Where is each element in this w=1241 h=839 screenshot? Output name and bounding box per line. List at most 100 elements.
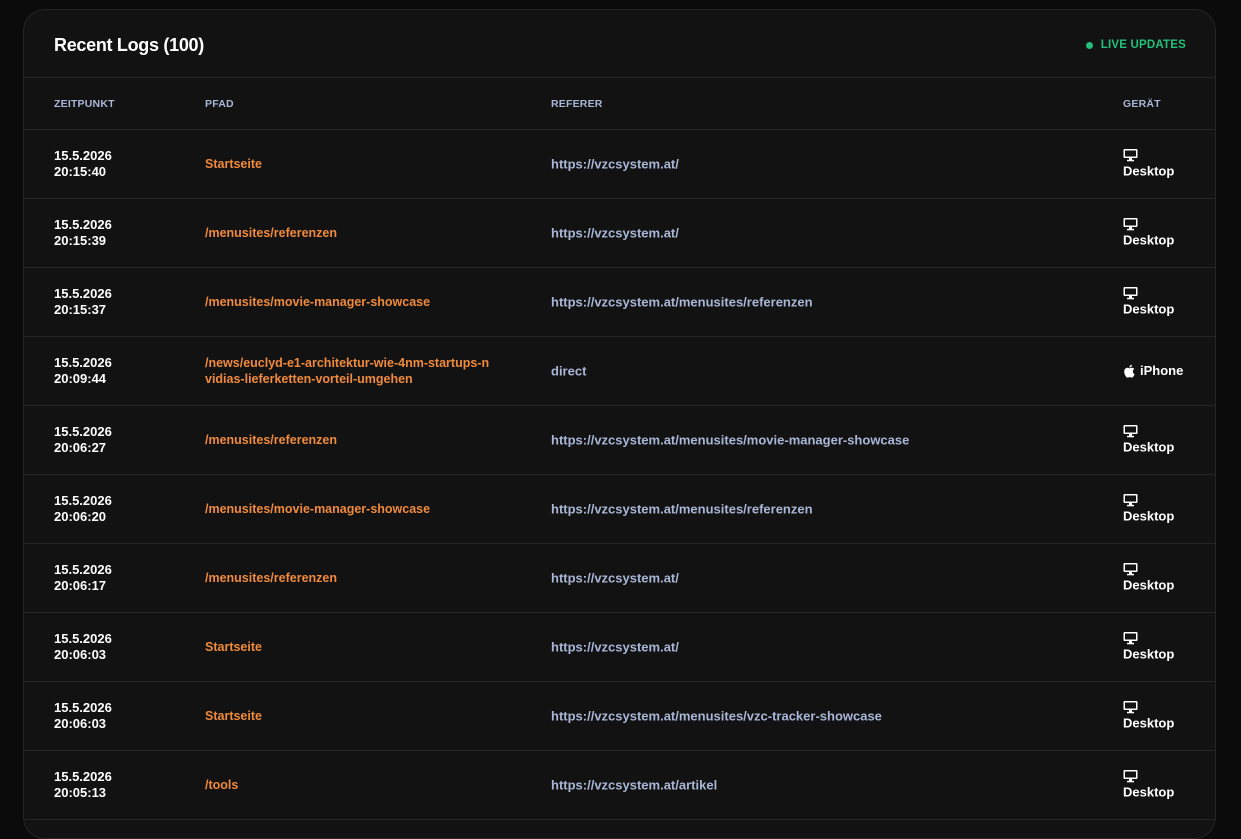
device-label: Desktop: [1123, 715, 1175, 731]
live-status-dot-icon: [1085, 41, 1093, 49]
referer-cell: https://vzcsystem.at/menusites/vzc-track…: [551, 708, 882, 724]
desktop-icon: [1123, 218, 1174, 233]
log-date: 15.5.2026: [54, 562, 112, 577]
device-cell: Desktop: [1123, 632, 1174, 663]
path-cell: Startseite: [205, 157, 262, 171]
referer-cell: https://vzcsystem.at/menusites/referenze…: [551, 501, 813, 517]
log-date: 15.5.2026: [54, 424, 112, 439]
panel-title: Recent Logs (100): [54, 35, 204, 55]
table-row[interactable]: 15.5.2026 20:06:03 Startseite https://vzcsy…: [24, 613, 1215, 682]
device-cell: Desktop: [1123, 218, 1174, 249]
path-cell: /menusites/movie-manager-showcase: [205, 502, 431, 516]
timestamp-cell: 15.5.2026 20:06:03: [54, 631, 112, 663]
timestamp-cell: 15.5.2026 20:06:17: [54, 562, 112, 594]
panel-header: Recent Logs (100) LIVE UPDATES: [24, 10, 1215, 78]
log-time: 20:09:44: [54, 371, 107, 386]
log-time: 20:06:03: [54, 647, 107, 662]
table-row[interactable]: 15.5.2026 20:06:27/menusites/referenzen ht…: [24, 406, 1215, 475]
device-cell: Desktop: [1123, 149, 1174, 180]
log-time: 20:06:17: [54, 578, 107, 593]
referer-cell: https://vzcsystem.at/: [551, 639, 679, 655]
device-label: Desktop: [1123, 646, 1175, 662]
live-updates-indicator: LIVE UPDATES: [1085, 39, 1186, 51]
table-row[interactable]: 15.5.2026 20:09:44/news/euclyd-e1-archite…: [24, 337, 1215, 406]
desktop-icon: [1123, 494, 1174, 509]
desktop-icon: [1123, 287, 1174, 302]
path-cell: Startseite: [205, 709, 262, 723]
referer-cell: https://vzcsystem.at/: [551, 156, 679, 172]
device-cell: Desktop: [1123, 425, 1174, 456]
column-header-time: ZEITPUNKT: [54, 98, 115, 110]
path-cell: /tools: [205, 778, 239, 792]
log-table-body: 15.5.2026 20:15:40 Startseite https://vzcsy…: [24, 130, 1215, 820]
desktop-icon: [1123, 563, 1174, 578]
referer-cell: https://vzcsystem.at/: [551, 225, 679, 241]
table-row[interactable]: 15.5.2026 20:05:13/tools https://vzcsystem…: [24, 751, 1215, 820]
timestamp-cell: 15.5.2026 20:05:13: [54, 769, 112, 801]
timestamp-cell: 15.5.2026 20:15:37: [54, 286, 112, 318]
path-cell: /menusites/referenzen: [205, 571, 337, 585]
path-cell: /menusites/referenzen: [205, 226, 337, 240]
device-label: Desktop: [1123, 577, 1175, 593]
device-cell: Desktop: [1123, 770, 1174, 801]
desktop-icon: [1123, 149, 1174, 164]
timestamp-cell: 15.5.2026 20:06:27: [54, 424, 112, 456]
timestamp-cell: 15.5.2026 20:15:39: [54, 217, 112, 249]
table-row[interactable]: 15.5.2026 20:15:37/menusites/movie-manage…: [24, 268, 1215, 337]
log-time: 20:06:20: [54, 509, 107, 524]
log-date: 15.5.2026: [54, 700, 112, 715]
log-date: 15.5.2026: [54, 148, 112, 163]
desktop-icon: [1123, 425, 1174, 440]
device-label: Desktop: [1123, 784, 1175, 800]
referer-cell: https://vzcsystem.at/menusites/movie-man…: [551, 432, 910, 448]
timestamp-cell: 15.5.2026 20:15:40: [54, 148, 112, 180]
log-date: 15.5.2026: [54, 355, 112, 370]
column-header-path: PFAD: [205, 98, 234, 110]
log-date: 15.5.2026: [54, 769, 112, 784]
device-cell: Desktop: [1123, 494, 1174, 525]
device-label: Desktop: [1123, 163, 1175, 179]
live-updates-label: LIVE UPDATES: [1100, 39, 1186, 51]
referer-cell: https://vzcsystem.at/menusites/referenze…: [551, 294, 813, 310]
column-header-device: GERÄT: [1123, 98, 1161, 110]
timestamp-cell: 15.5.2026 20:06:03: [54, 700, 112, 732]
table-header: ZEITPUNKT PFAD REFERER GERÄT: [24, 78, 1215, 130]
device-label: Desktop: [1123, 508, 1175, 524]
table-row[interactable]: 15.5.2026 20:06:03 Startseite https://vzcsy…: [24, 682, 1215, 751]
path-cell: /menusites/referenzen: [205, 433, 337, 447]
log-time: 20:05:13: [54, 785, 107, 800]
log-date: 15.5.2026: [54, 286, 112, 301]
log-time: 20:15:40: [54, 164, 107, 179]
table-row[interactable]: 15.5.2026 20:15:39/menusites/referenzen ht…: [24, 199, 1215, 268]
timestamp-cell: 15.5.2026 20:06:20: [54, 493, 112, 525]
desktop-icon: [1123, 770, 1174, 785]
log-time: 20:15:39: [54, 233, 107, 248]
table-row[interactable]: 15.5.2026 20:06:20/menusites/movie-manage…: [24, 475, 1215, 544]
log-time: 20:15:37: [54, 302, 107, 317]
referer-cell: https://vzcsystem.at/artikel: [551, 777, 718, 793]
referer-cell: direct: [551, 363, 587, 379]
log-date: 15.5.2026: [54, 217, 112, 232]
column-header-referer: REFERER: [551, 98, 603, 110]
log-time: 20:06:03: [54, 716, 107, 731]
desktop-icon: [1123, 632, 1174, 647]
path-cell: /menusites/movie-manager-showcase: [205, 295, 431, 309]
recent-logs-panel: Recent Logs (100) LIVE UPDATES ZEITPUNKT…: [23, 9, 1216, 839]
device-label: iPhone: [1140, 363, 1184, 378]
device-cell: iPhone: [1123, 363, 1183, 379]
log-time: 20:06:27: [54, 440, 107, 455]
path-cell: /news/euclyd-e1-architektur-wie-4nm-star…: [205, 356, 490, 386]
table-row[interactable]: 15.5.2026 20:06:17/menusites/referenzen ht…: [24, 544, 1215, 613]
table-row[interactable]: 15.5.2026 20:15:40 Startseite https://vzcsy…: [24, 130, 1215, 199]
device-cell: Desktop: [1123, 701, 1174, 732]
desktop-icon: [1123, 701, 1174, 716]
device-cell: Desktop: [1123, 563, 1174, 594]
device-label: Desktop: [1123, 232, 1175, 248]
device-label: Desktop: [1123, 439, 1175, 455]
device-cell: Desktop: [1123, 287, 1174, 318]
timestamp-cell: 15.5.2026 20:09:44: [54, 355, 112, 387]
referer-cell: https://vzcsystem.at/: [551, 570, 679, 586]
path-cell: Startseite: [205, 640, 262, 654]
apple-icon: [1123, 364, 1135, 378]
log-date: 15.5.2026: [54, 493, 112, 508]
